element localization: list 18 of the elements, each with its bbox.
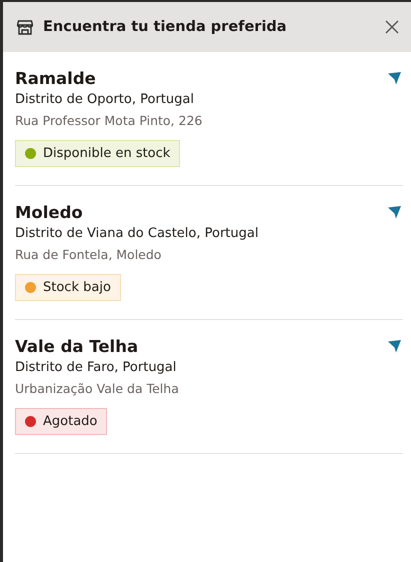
panel-title: Encuentra tu tienda preferida (43, 19, 288, 35)
store-address: Rua de Fontela, Moledo (15, 247, 162, 262)
store-name: Vale da Telha (15, 337, 138, 356)
store-address: Urbanização Vale da Telha (15, 381, 180, 396)
store-icon (17, 20, 33, 34)
store-district: Distrito de Oporto, Portugal (15, 92, 195, 107)
navigation-arrow-icon[interactable] (388, 206, 401, 219)
navigation-arrow-icon[interactable] (388, 340, 401, 353)
stock-status-label: Stock bajo (43, 280, 111, 295)
stock-status-label: Agotado (43, 414, 98, 429)
stock-status-label: Disponible en stock (43, 146, 170, 161)
close-icon[interactable] (385, 20, 399, 34)
navigation-arrow-icon[interactable] (388, 72, 401, 85)
store-name: Ramalde (15, 69, 96, 88)
store-address: Rua Professor Mota Pinto, 226 (15, 113, 204, 128)
store-district: Distrito de Faro, Portugal (15, 360, 178, 375)
store-district: Distrito de Viana do Castelo, Portugal (15, 226, 260, 241)
store-name: Moledo (15, 203, 83, 222)
